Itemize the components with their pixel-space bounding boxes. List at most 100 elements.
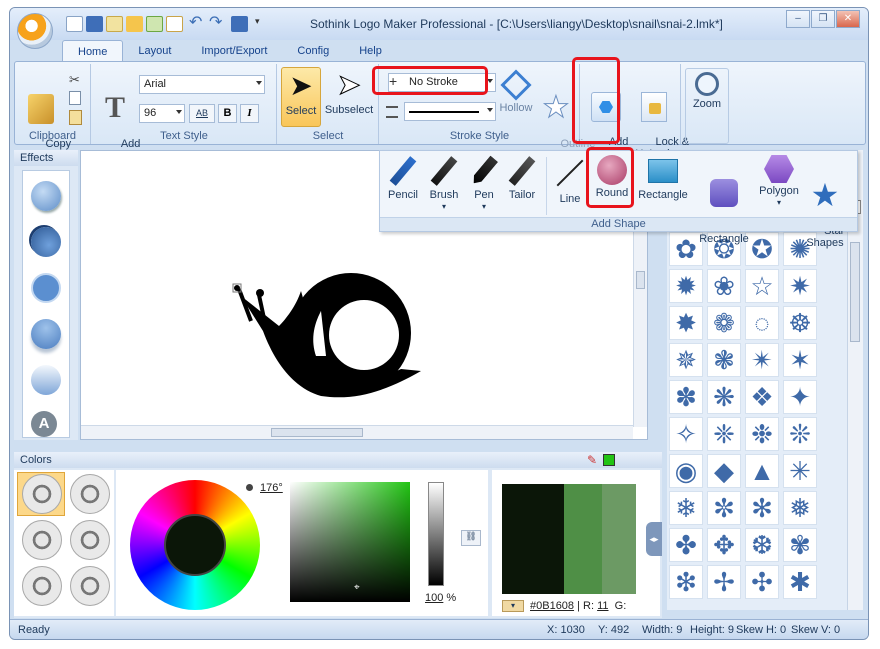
shape-library-item[interactable]: ✼ <box>707 491 741 525</box>
color-preset[interactable] <box>22 474 62 514</box>
shape-library-item[interactable]: ✻ <box>745 491 779 525</box>
save-as-icon[interactable] <box>231 16 248 32</box>
shape-library-item[interactable]: ✵ <box>669 343 703 377</box>
shape-library-item[interactable]: ❀ <box>707 269 741 303</box>
shape-library-item[interactable]: ✣ <box>745 565 779 599</box>
rounded-rectangle-tool[interactable]: Rounded Rectangle <box>691 155 757 257</box>
shape-library-item[interactable]: ✥ <box>707 528 741 562</box>
text-case-button[interactable]: AB <box>189 104 215 123</box>
tab-layout[interactable]: Layout <box>123 40 186 62</box>
shape-library-item[interactable]: ▲ <box>745 454 779 488</box>
close-button[interactable]: ✕ <box>836 10 860 28</box>
effect-item[interactable] <box>31 181 61 211</box>
color-preset[interactable] <box>70 520 110 560</box>
select-button[interactable]: ➤ Select <box>281 67 321 127</box>
export-icon[interactable] <box>146 16 163 32</box>
shape-library-item[interactable]: ✾ <box>783 528 817 562</box>
document-icon[interactable] <box>106 16 123 32</box>
hex-value[interactable]: #0B1608 <box>530 600 574 612</box>
effect-item[interactable] <box>31 365 61 395</box>
new-file-icon[interactable] <box>66 16 83 32</box>
shape-library-item[interactable]: ❁ <box>707 306 741 340</box>
page-icon[interactable] <box>166 16 183 32</box>
hollow-button[interactable]: Hollow <box>498 69 534 114</box>
save-icon[interactable] <box>86 16 103 32</box>
panel-collapse-button[interactable]: ◂▸ <box>646 522 662 556</box>
shape-library-item[interactable]: ◌ <box>745 306 779 340</box>
shape-library-item[interactable]: ✷ <box>783 269 817 303</box>
shape-library-item[interactable]: ☆ <box>745 269 779 303</box>
tab-import-export[interactable]: Import/Export <box>186 40 282 62</box>
current-color-swatch[interactable] <box>603 454 615 466</box>
shape-library-item[interactable]: ❅ <box>783 491 817 525</box>
tab-config[interactable]: Config <box>282 40 344 62</box>
polygon-tool[interactable]: Polygon ▾ <box>756 155 802 209</box>
italic-button[interactable]: I <box>240 104 259 123</box>
paste-icon[interactable] <box>69 110 82 125</box>
shape-library-item[interactable]: ❉ <box>745 417 779 451</box>
pencil-tool[interactable]: Pencil <box>385 155 421 201</box>
shape-library-item[interactable]: ❆ <box>745 528 779 562</box>
shape-library-item[interactable]: ◆ <box>707 454 741 488</box>
star-shapes-tool[interactable]: ★ Star Shapes <box>800 155 850 261</box>
shape-library-item[interactable]: ✸ <box>669 306 703 340</box>
color-preset[interactable] <box>70 566 110 606</box>
color-format-dropdown[interactable]: ▾ <box>502 600 524 612</box>
shape-library-item[interactable]: ✴ <box>745 343 779 377</box>
shape-library-item[interactable]: ❊ <box>783 417 817 451</box>
shape-library-item[interactable]: ❋ <box>707 380 741 414</box>
shape-library-item[interactable]: ☸ <box>783 306 817 340</box>
shape-library-item[interactable]: ❇ <box>669 565 703 599</box>
color-preset[interactable] <box>70 474 110 514</box>
shape-library-item[interactable]: ✶ <box>783 343 817 377</box>
r-value[interactable]: 11 <box>597 600 608 612</box>
shape-library-item[interactable]: ✦ <box>783 380 817 414</box>
shape-library-item[interactable]: ✧ <box>669 417 703 451</box>
shape-library-item[interactable]: ✽ <box>669 380 703 414</box>
effect-item[interactable] <box>31 319 61 349</box>
stroke-width-select[interactable] <box>404 102 496 121</box>
font-family-select[interactable]: Arial <box>139 75 265 94</box>
open-folder-icon[interactable] <box>126 16 143 32</box>
effect-item[interactable] <box>31 227 61 257</box>
color-history-swatch[interactable] <box>602 484 636 594</box>
text-effect-icon[interactable]: A <box>31 411 57 437</box>
shape-library-item[interactable]: ◉ <box>669 454 703 488</box>
font-size-select[interactable]: 96 <box>139 104 185 123</box>
effect-item[interactable] <box>31 273 61 303</box>
color-preset[interactable] <box>22 520 62 560</box>
color-history-swatch[interactable] <box>564 484 602 594</box>
shape-library-item[interactable]: ✱ <box>783 565 817 599</box>
tailor-tool[interactable]: Tailor <box>504 155 540 201</box>
hue-wheel[interactable] <box>130 480 260 610</box>
brightness-readout[interactable]: 100 % <box>425 592 456 604</box>
eyedropper-icon[interactable]: ✎ <box>587 453 597 467</box>
saturation-brightness-square[interactable]: ⌖ <box>290 482 410 602</box>
subselect-button[interactable]: ➤ Subselect <box>323 69 375 116</box>
shape-library-item[interactable]: ❃ <box>707 343 741 377</box>
customize-toolbar-icon[interactable]: ▾ <box>255 16 272 32</box>
shape-library-item[interactable]: ✢ <box>707 565 741 599</box>
zoom-button[interactable]: Zoom <box>685 68 729 144</box>
shape-library-item[interactable]: ❖ <box>745 380 779 414</box>
scroll-thumb[interactable] <box>271 428 363 437</box>
hue-angle[interactable]: 176° <box>260 482 283 494</box>
redo-icon[interactable]: ↷ <box>209 15 226 32</box>
restore-button[interactable]: ❐ <box>811 10 835 28</box>
bold-button[interactable]: B <box>218 104 237 123</box>
app-logo[interactable] <box>17 13 53 49</box>
shape-library-item[interactable]: ✹ <box>669 269 703 303</box>
copy-icon[interactable] <box>69 91 81 105</box>
horizontal-scrollbar[interactable] <box>81 425 633 439</box>
brush-tool[interactable]: Brush ▾ <box>424 155 464 213</box>
tab-help[interactable]: Help <box>344 40 397 62</box>
shape-library-item[interactable]: ✤ <box>669 528 703 562</box>
brightness-slider[interactable] <box>428 482 444 586</box>
rectangle-tool[interactable]: Rectangle <box>635 155 691 201</box>
scroll-thumb[interactable] <box>636 271 645 289</box>
color-history-swatch[interactable] <box>502 484 564 594</box>
shape-library-item[interactable]: ✳ <box>783 454 817 488</box>
color-preset[interactable] <box>22 566 62 606</box>
pen-tool[interactable]: Pen ▾ <box>468 155 500 213</box>
minimize-button[interactable]: – <box>786 10 810 28</box>
